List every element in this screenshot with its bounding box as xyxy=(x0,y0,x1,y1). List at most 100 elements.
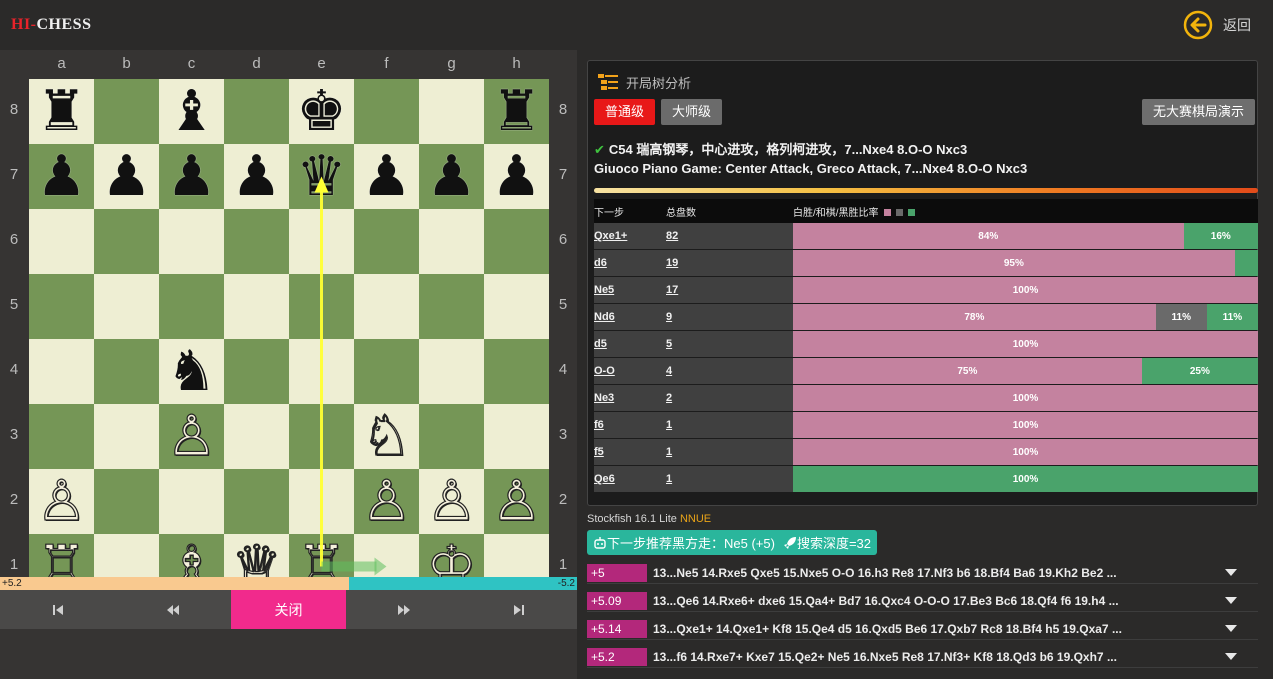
board-square[interactable] xyxy=(94,274,159,339)
move-link[interactable]: Nd6 xyxy=(594,304,666,330)
move-link[interactable]: Qxe1+ xyxy=(594,223,666,249)
game-count-link[interactable]: 19 xyxy=(666,250,793,276)
board-square[interactable] xyxy=(94,79,159,144)
board-square[interactable] xyxy=(94,404,159,469)
black-queen-icon[interactable]: ♛ xyxy=(289,144,354,209)
principal-variation[interactable]: 13...Qxe1+ 14.Qxe1+ Kf8 15.Qe4 d5 16.Qxd… xyxy=(653,622,1213,636)
move-link[interactable]: Qe6 xyxy=(594,466,666,492)
back-button[interactable]: 返回 xyxy=(1183,10,1251,40)
first-move-button[interactable] xyxy=(0,590,115,629)
table-row[interactable]: Nd6 9 78% 11% 11% xyxy=(594,304,1258,330)
black-rook-icon[interactable]: ♜ xyxy=(484,79,549,144)
table-row[interactable]: f5 1 100% xyxy=(594,439,1258,465)
board-square[interactable] xyxy=(289,469,354,534)
board-square[interactable] xyxy=(419,209,484,274)
table-row[interactable]: d6 19 95% xyxy=(594,250,1258,276)
normal-level-button[interactable]: 普通级 xyxy=(594,99,656,125)
master-level-button[interactable]: 大师级 xyxy=(661,99,723,125)
game-count-link[interactable]: 4 xyxy=(666,358,793,384)
game-count-link[interactable]: 1 xyxy=(666,412,793,438)
previous-move-button[interactable] xyxy=(115,590,230,629)
table-row[interactable]: Qe6 1 100% xyxy=(594,466,1258,492)
expand-caret-icon[interactable] xyxy=(1225,653,1237,660)
white-pawn-icon[interactable]: ♙ xyxy=(159,404,224,469)
table-row[interactable]: Qxe1+ 82 84% 16% xyxy=(594,223,1258,249)
board-square[interactable] xyxy=(29,404,94,469)
board-square[interactable] xyxy=(419,404,484,469)
move-link[interactable]: Ne5 xyxy=(594,277,666,303)
move-link[interactable]: f5 xyxy=(594,439,666,465)
black-knight-icon[interactable]: ♞ xyxy=(159,339,224,404)
engine-line[interactable]: +5.09 13...Qe6 14.Rxe6+ dxe6 15.Qa4+ Bd7 … xyxy=(587,590,1258,612)
board-square[interactable] xyxy=(224,339,289,404)
table-row[interactable]: O-O 4 75% 25% xyxy=(594,358,1258,384)
table-row[interactable]: Ne5 17 100% xyxy=(594,277,1258,303)
board-square[interactable] xyxy=(224,274,289,339)
board-square[interactable] xyxy=(29,209,94,274)
black-pawn-icon[interactable]: ♟ xyxy=(159,144,224,209)
board-square[interactable] xyxy=(354,79,419,144)
board-square[interactable] xyxy=(159,209,224,274)
game-count-link[interactable]: 1 xyxy=(666,439,793,465)
board-square[interactable] xyxy=(354,274,419,339)
board-square[interactable] xyxy=(289,339,354,404)
white-pawn-icon[interactable]: ♙ xyxy=(29,469,94,534)
engine-line[interactable]: +5.14 13...Qxe1+ 14.Qxe1+ Kf8 15.Qe4 d5 1… xyxy=(587,618,1258,640)
board-square[interactable] xyxy=(419,79,484,144)
no-master-games-button[interactable]: 无大赛棋局演示 xyxy=(1141,99,1255,125)
table-row[interactable]: f6 1 100% xyxy=(594,412,1258,438)
white-pawn-icon[interactable]: ♙ xyxy=(354,469,419,534)
hi-chess-logo[interactable]: HI-CHESS xyxy=(11,16,91,34)
expand-caret-icon[interactable] xyxy=(1225,625,1237,632)
game-count-link[interactable]: 17 xyxy=(666,277,793,303)
game-count-link[interactable]: 1 xyxy=(666,466,793,492)
game-count-link[interactable]: 82 xyxy=(666,223,793,249)
expand-caret-icon[interactable] xyxy=(1225,569,1237,576)
move-link[interactable]: Ne3 xyxy=(594,385,666,411)
board-square[interactable] xyxy=(289,404,354,469)
game-count-link[interactable]: 5 xyxy=(666,331,793,357)
black-king-icon[interactable]: ♚ xyxy=(289,79,354,144)
game-count-link[interactable]: 9 xyxy=(666,304,793,330)
board-square[interactable] xyxy=(484,209,549,274)
move-link[interactable]: O-O xyxy=(594,358,666,384)
black-pawn-icon[interactable]: ♟ xyxy=(94,144,159,209)
black-rook-icon[interactable]: ♜ xyxy=(29,79,94,144)
expand-caret-icon[interactable] xyxy=(1225,597,1237,604)
board-square[interactable] xyxy=(289,209,354,274)
close-button[interactable]: 关闭 xyxy=(230,590,347,629)
board-square[interactable] xyxy=(29,274,94,339)
white-knight-icon[interactable]: ♘ xyxy=(354,404,419,469)
board-square[interactable] xyxy=(289,274,354,339)
board-square[interactable] xyxy=(419,339,484,404)
last-move-button[interactable] xyxy=(462,590,577,629)
board-square[interactable] xyxy=(94,209,159,274)
white-pawn-icon[interactable]: ♙ xyxy=(419,469,484,534)
board-square[interactable] xyxy=(354,339,419,404)
board-square[interactable] xyxy=(484,404,549,469)
principal-variation[interactable]: 13...f6 14.Rxe7+ Kxe7 15.Qe2+ Ne5 16.Nxe… xyxy=(653,650,1213,664)
black-pawn-icon[interactable]: ♟ xyxy=(29,144,94,209)
white-pawn-icon[interactable]: ♙ xyxy=(484,469,549,534)
board-square[interactable] xyxy=(224,404,289,469)
black-pawn-icon[interactable]: ♟ xyxy=(354,144,419,209)
board-square[interactable] xyxy=(159,274,224,339)
black-pawn-icon[interactable]: ♟ xyxy=(484,144,549,209)
move-link[interactable]: d6 xyxy=(594,250,666,276)
board-square[interactable] xyxy=(29,339,94,404)
black-bishop-icon[interactable]: ♝ xyxy=(159,79,224,144)
engine-line[interactable]: +5 13...Ne5 14.Rxe5 Qxe5 15.Nxe5 O-O 16.h… xyxy=(587,562,1258,584)
board-square[interactable] xyxy=(224,209,289,274)
table-row[interactable]: d5 5 100% xyxy=(594,331,1258,357)
principal-variation[interactable]: 13...Qe6 14.Rxe6+ dxe6 15.Qa4+ Bd7 16.Qx… xyxy=(653,594,1213,608)
chess-board[interactable]: ♜ ♝ ♚ ♜ ♟ ♟ ♟ ♟ ♛ ♟ ♟ ♟ ♞ ♙ ♘ ♙ ♙ ♙ ♙ ♖ ♗ ♕ ♖ ♔ xyxy=(29,79,549,599)
black-pawn-icon[interactable]: ♟ xyxy=(224,144,289,209)
move-link[interactable]: f6 xyxy=(594,412,666,438)
black-pawn-icon[interactable]: ♟ xyxy=(419,144,484,209)
board-square[interactable] xyxy=(224,469,289,534)
next-move-button[interactable] xyxy=(346,590,461,629)
game-count-link[interactable]: 2 xyxy=(666,385,793,411)
engine-line[interactable]: +5.2 13...f6 14.Rxe7+ Kxe7 15.Qe2+ Ne5 16… xyxy=(587,646,1258,668)
board-square[interactable] xyxy=(94,339,159,404)
board-square[interactable] xyxy=(354,209,419,274)
